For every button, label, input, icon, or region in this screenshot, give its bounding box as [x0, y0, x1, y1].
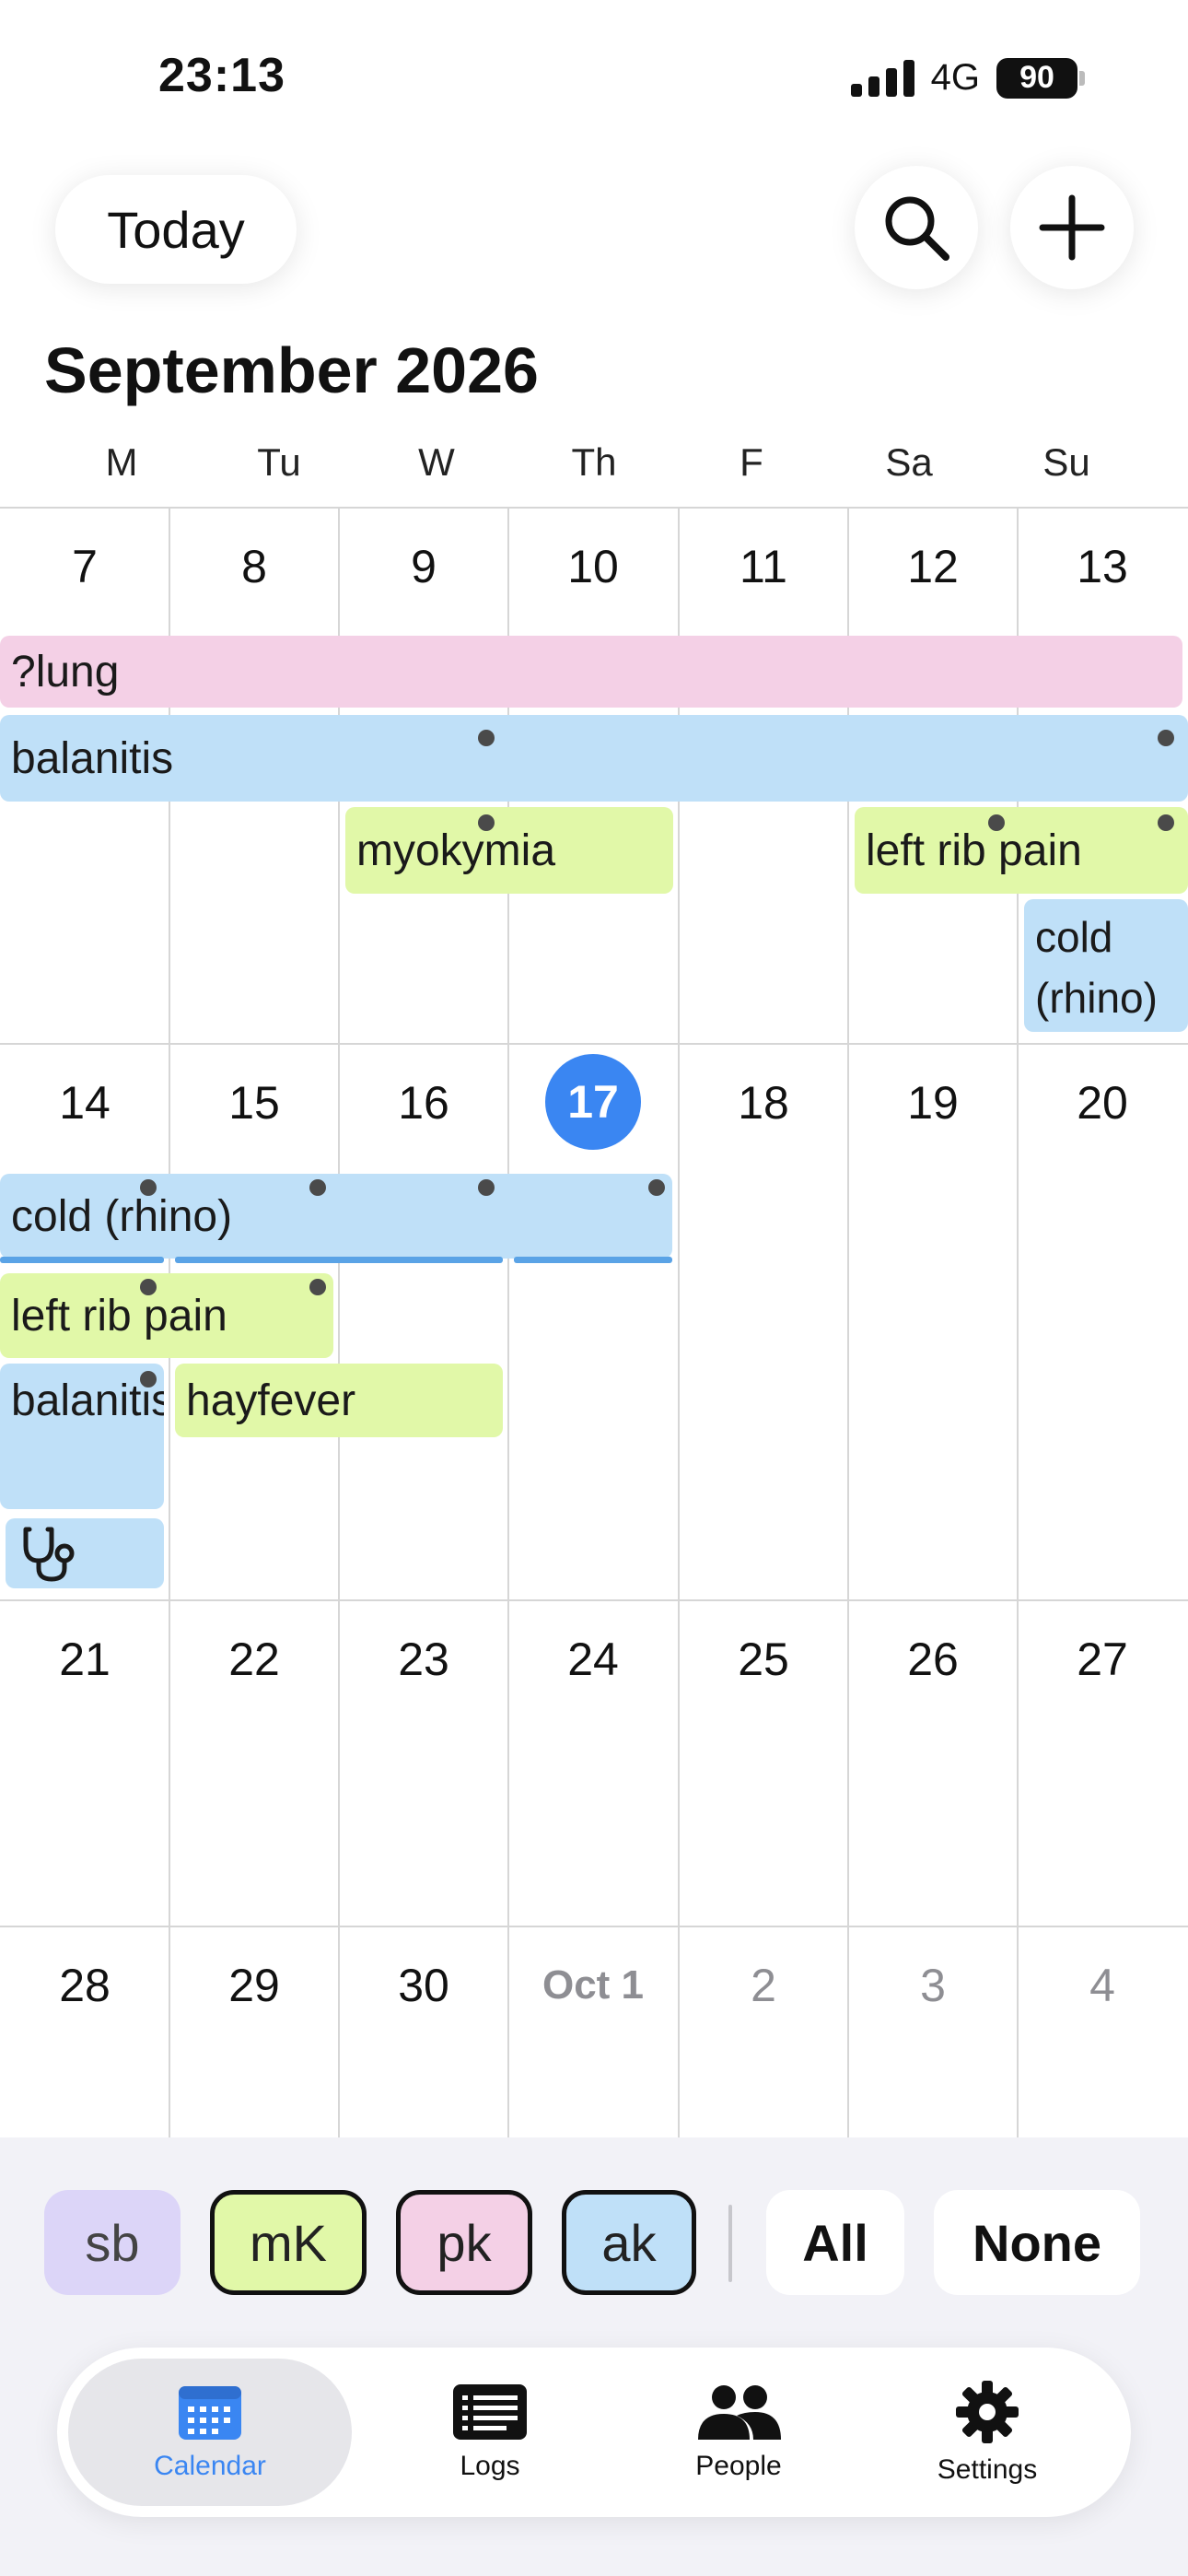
day-cell[interactable]: 15 — [169, 1076, 339, 1130]
event-left-rib-pain[interactable]: left rib pain — [855, 807, 1188, 894]
day-cell[interactable]: 25 — [679, 1633, 848, 1686]
gear-icon — [956, 2381, 1019, 2443]
day-cell[interactable]: 12 — [848, 540, 1018, 593]
battery-icon: 90 — [996, 57, 1085, 99]
day-cell[interactable]: 7 — [0, 540, 169, 593]
plus-icon — [1039, 194, 1105, 261]
event-hayfever[interactable]: hayfever — [175, 1364, 503, 1437]
day-cell[interactable]: 26 — [848, 1633, 1018, 1686]
day-cell[interactable]: 24 — [508, 1633, 678, 1686]
day-cell[interactable]: 8 — [169, 540, 339, 593]
event-dot — [478, 730, 495, 746]
weekday-label: Tu — [257, 440, 301, 484]
day-cell[interactable]: 29 — [169, 1959, 339, 2012]
filter-chip-ak[interactable]: ak — [562, 2190, 696, 2295]
list-icon — [453, 2384, 527, 2440]
event-dot — [1158, 814, 1174, 831]
network-type: 4G — [930, 57, 980, 98]
search-button[interactable] — [855, 166, 978, 289]
day-cell[interactable]: 9 — [339, 540, 508, 593]
event-dot — [1158, 730, 1174, 746]
event-dot — [140, 1179, 157, 1196]
status-indicators: 4G 90 — [850, 57, 1085, 99]
day-cell[interactable]: 3 — [848, 1959, 1018, 2012]
search-icon — [885, 196, 949, 261]
filter-none-button[interactable]: None — [934, 2190, 1140, 2295]
day-cell[interactable]: 4 — [1018, 1959, 1187, 2012]
event-dot — [140, 1279, 157, 1295]
weekday-label: Sa — [885, 440, 933, 484]
day-cell[interactable]: 11 — [679, 540, 848, 593]
tab-label: Settings — [937, 2454, 1038, 2485]
day-cell[interactable]: 21 — [0, 1633, 169, 1686]
event-cold-rhino[interactable]: cold (rhino) — [0, 1174, 672, 1259]
day-cell[interactable]: 22 — [169, 1633, 339, 1686]
status-time: 23:13 — [158, 49, 285, 102]
day-cell[interactable]: 14 — [0, 1076, 169, 1130]
event-balanitis[interactable]: balanitis — [0, 1364, 164, 1509]
filter-chip-sb[interactable]: sb — [44, 2190, 181, 2295]
add-button[interactable] — [1010, 166, 1134, 289]
month-title: September 2026 — [44, 334, 539, 406]
day-cell[interactable]: 10 — [508, 540, 678, 593]
weekday-label: W — [418, 440, 455, 484]
day-cell[interactable]: 28 — [0, 1959, 169, 2012]
tab-bar: Calendar Logs People Settings — [57, 2348, 1131, 2517]
weekday-label: M — [105, 440, 138, 484]
day-cell[interactable]: 27 — [1018, 1633, 1187, 1686]
filter-chip-pk[interactable]: pk — [396, 2190, 532, 2295]
filter-all-button[interactable]: All — [766, 2190, 904, 2295]
event-left-rib-pain[interactable]: left rib pain — [0, 1273, 333, 1358]
tab-settings[interactable]: Settings — [886, 2359, 1089, 2506]
tab-label: People — [695, 2451, 782, 2481]
today-day-cell[interactable]: 17 — [545, 1054, 641, 1150]
day-cell[interactable]: 18 — [679, 1076, 848, 1130]
event-dot — [309, 1279, 326, 1295]
day-cell[interactable]: 16 — [339, 1076, 508, 1130]
event-dot — [478, 814, 495, 831]
event-dot — [988, 814, 1005, 831]
event-balanitis[interactable]: balanitis — [0, 715, 1188, 802]
filter-separator — [728, 2205, 732, 2282]
event-lung[interactable]: ?lung — [0, 636, 1182, 708]
signal-icon — [850, 59, 914, 97]
event-dot — [478, 1179, 495, 1196]
calendar-icon — [179, 2386, 241, 2440]
tab-people[interactable]: People — [637, 2359, 840, 2506]
tab-label: Logs — [460, 2451, 520, 2481]
weekday-label: Th — [571, 440, 617, 484]
day-cell[interactable]: 2 — [679, 1959, 848, 2012]
people-icon — [698, 2385, 781, 2440]
tab-calendar[interactable]: Calendar — [68, 2359, 352, 2506]
day-cell[interactable]: 30 — [339, 1959, 508, 2012]
event-dot — [648, 1179, 665, 1196]
event-myokymia[interactable]: myokymia — [345, 807, 673, 894]
tab-label: Calendar — [154, 2451, 266, 2481]
weekday-label: F — [740, 440, 763, 484]
day-cell[interactable]: 23 — [339, 1633, 508, 1686]
calendar-grid: 7 8 9 10 11 12 13 ?lung balanitis myokym… — [0, 507, 1188, 2137]
day-cell[interactable]: 13 — [1018, 540, 1187, 593]
weekday-header: M Tu W Th F Sa Su — [0, 440, 1188, 496]
battery-level: 90 — [996, 57, 1077, 99]
event-dot — [309, 1179, 326, 1196]
event-dot — [140, 1371, 157, 1388]
event-cold-rhino[interactable]: cold (rhino) — [1024, 899, 1188, 1032]
day-cell[interactable]: 19 — [848, 1076, 1018, 1130]
today-button[interactable]: Today — [55, 175, 297, 284]
day-cell[interactable]: 20 — [1018, 1076, 1187, 1130]
filter-chip-mk[interactable]: mK — [210, 2190, 367, 2295]
event-doctor-visit[interactable] — [6, 1518, 164, 1588]
day-cell[interactable]: Oct 1 — [508, 1962, 678, 2008]
tab-logs[interactable]: Logs — [389, 2359, 591, 2506]
stethoscope-icon — [23, 1527, 75, 1582]
weekday-label: Su — [1042, 440, 1090, 484]
